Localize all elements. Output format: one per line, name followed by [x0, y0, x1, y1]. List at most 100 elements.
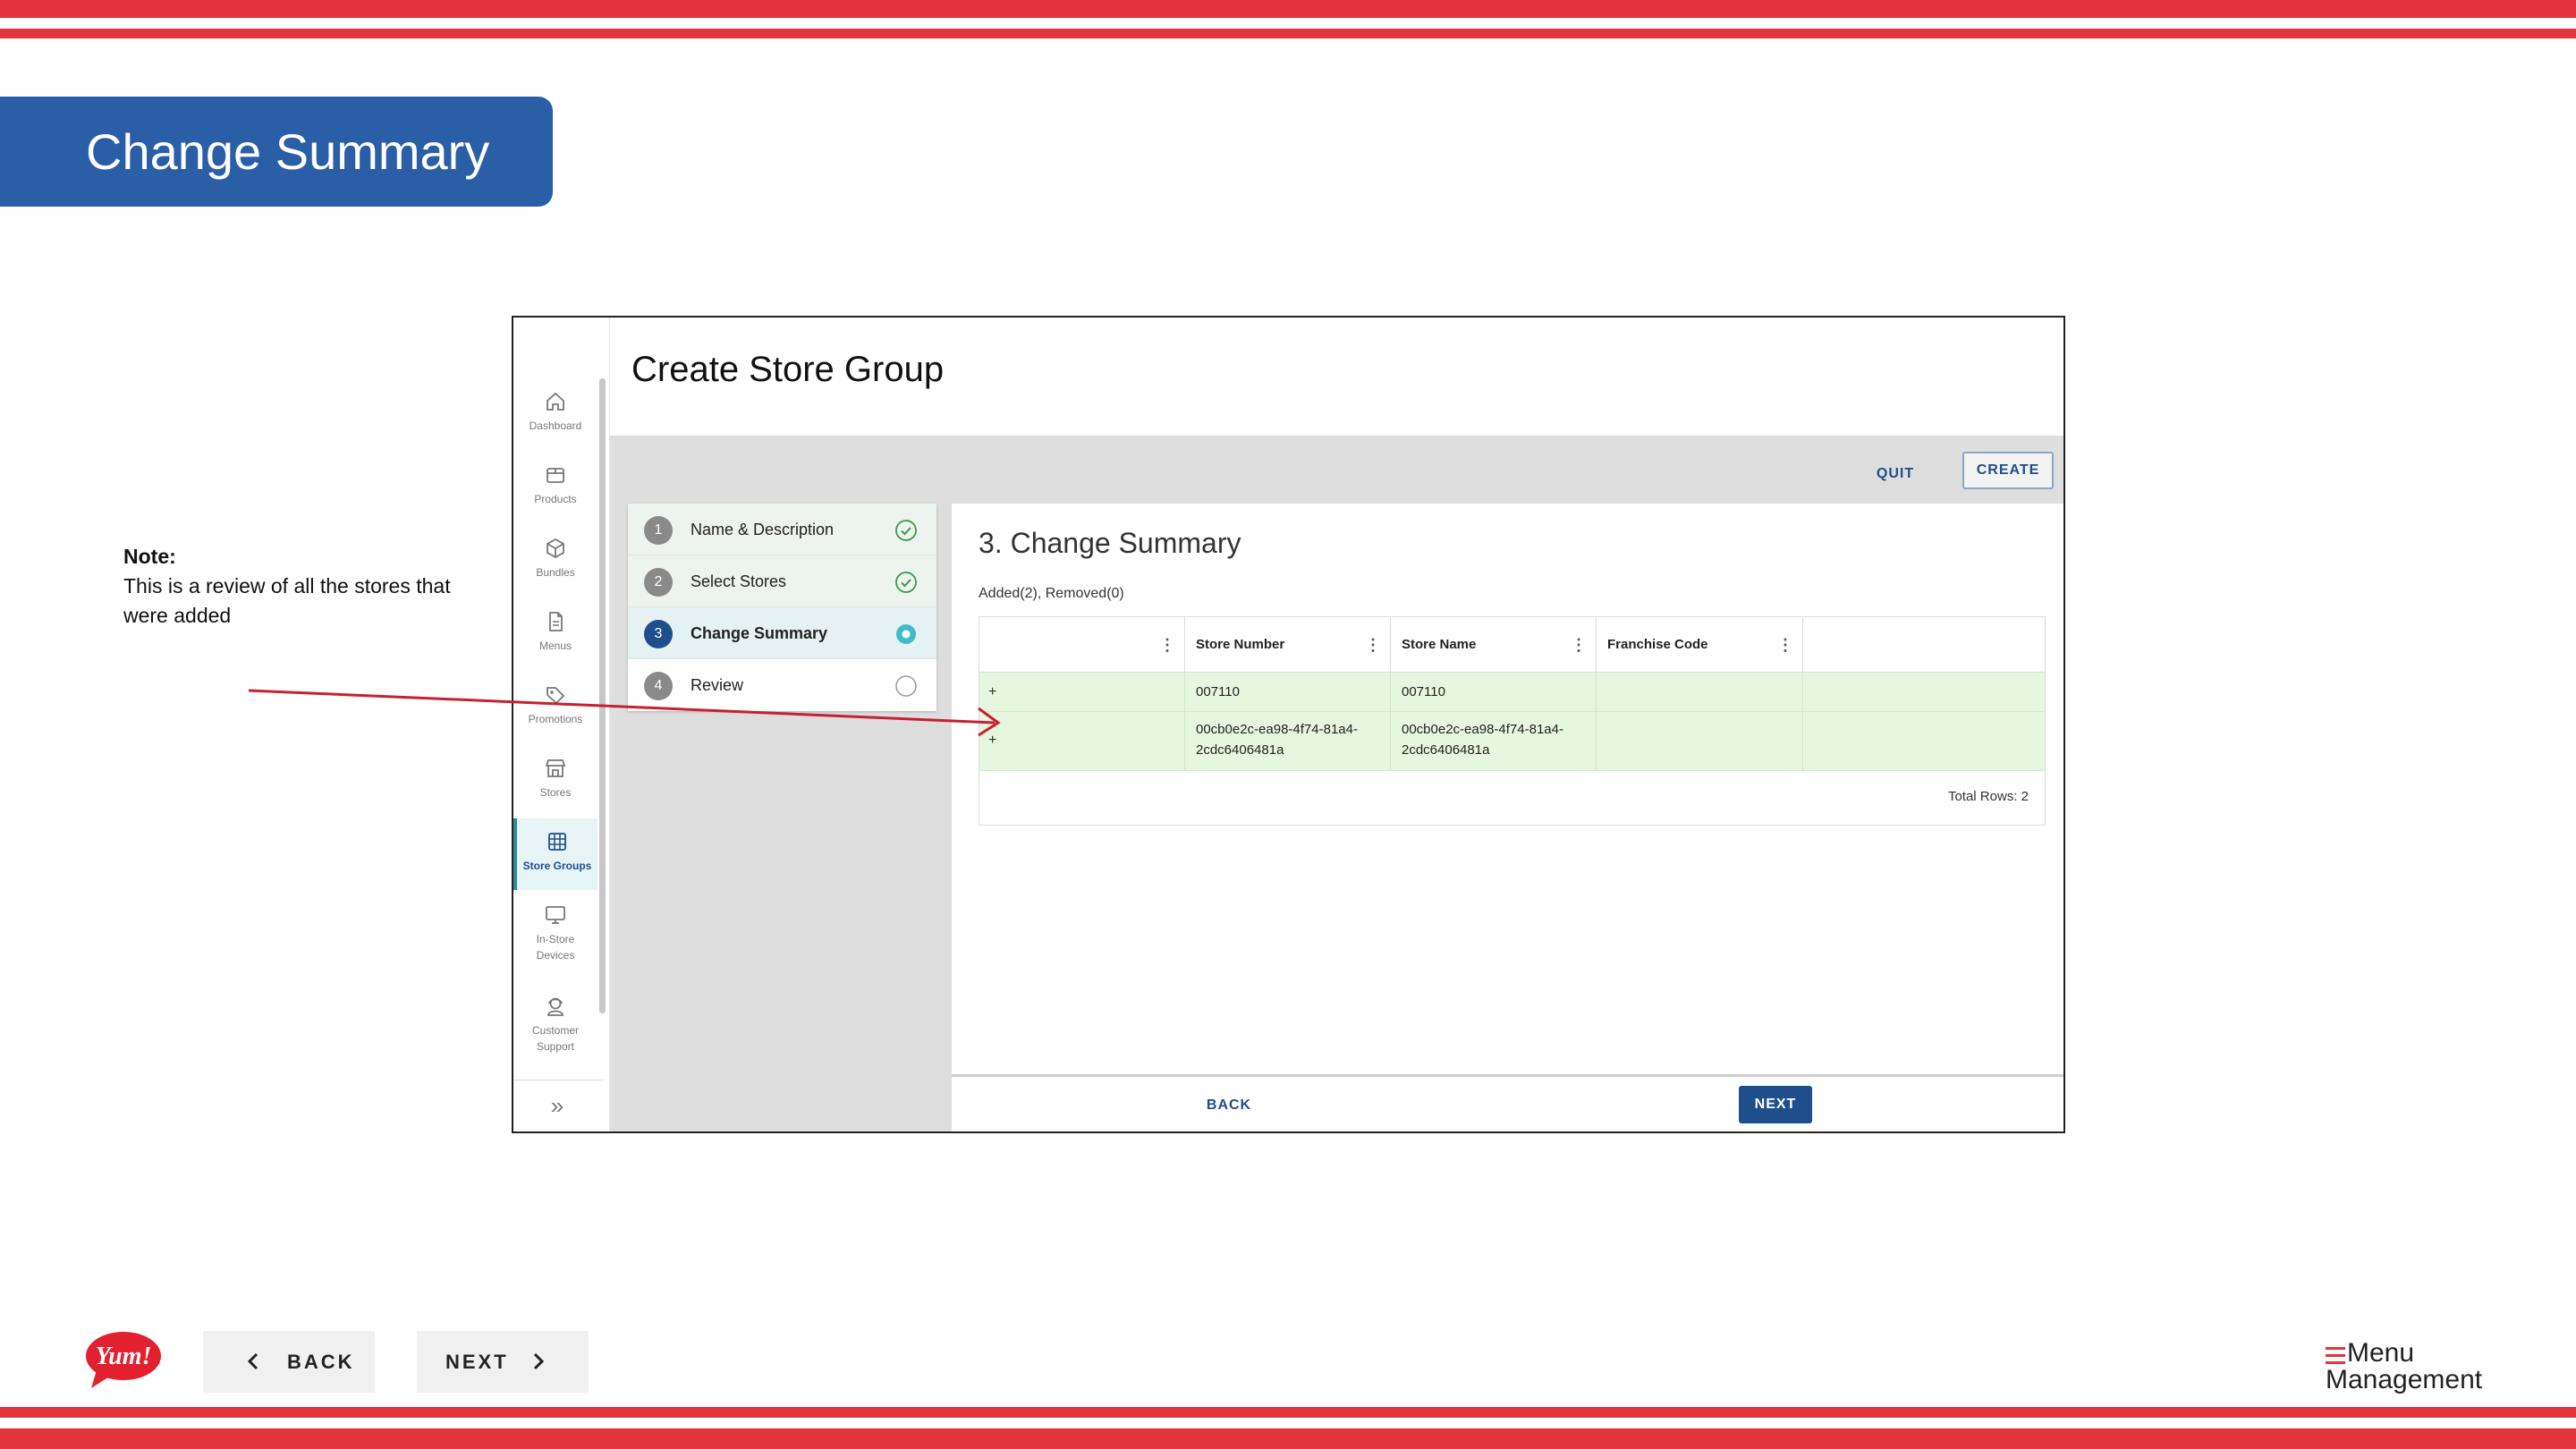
column-label: Store Number — [1196, 637, 1285, 652]
check-circle-icon — [895, 572, 917, 593]
bottom-stripe — [0, 1428, 2576, 1449]
column-menu-icon[interactable]: ⋮ — [1365, 617, 1381, 673]
sidebar-item-label: Dashboard — [529, 419, 582, 432]
total-rows: Total Rows: 2 — [1947, 789, 2029, 804]
slide-back-label: BACK — [287, 1351, 355, 1373]
slide-next-label: NEXT — [445, 1351, 509, 1373]
wizard-stepper: 1 Name & Description 2 Select Stores 3 C… — [628, 504, 936, 711]
cell-franchise-code — [1597, 712, 1803, 770]
column-menu-icon[interactable]: ⋮ — [1777, 617, 1793, 673]
tag-icon — [547, 687, 565, 705]
cell-store-name: 007110 — [1391, 673, 1597, 711]
sidebar-item-bundles[interactable]: Bundles — [513, 525, 597, 597]
chevron-right-icon — [533, 1352, 545, 1370]
slide-back-button[interactable]: BACK — [203, 1331, 375, 1393]
cell-store-name: 00cb0e2c-ea98-4f74-81a4-2cdc6406481a — [1391, 712, 1597, 770]
sidebar-item-label: Menus — [538, 640, 572, 652]
cell-flag: + — [979, 673, 1185, 711]
sidebar-item-customer-support[interactable]: Customer Support — [513, 983, 597, 1072]
column-menu-icon[interactable]: ⋮ — [1571, 617, 1587, 673]
step-number: 3 — [644, 620, 673, 648]
top-stripe-thin — [0, 29, 2576, 38]
radio-selected-icon — [896, 624, 916, 644]
sidebar-scrollbar[interactable] — [599, 378, 606, 1013]
step-change-summary[interactable]: 3 Change Summary — [628, 607, 936, 659]
sidebar-item-label: Bundles — [536, 566, 575, 579]
sidebar-item-store-groups[interactable]: Store Groups — [513, 818, 597, 890]
added-flag: + — [988, 733, 997, 748]
change-counts: Added(2), Removed(0) — [979, 586, 1124, 601]
back-button[interactable]: BACK — [1193, 1088, 1265, 1123]
sidebar-item-label: Products — [534, 493, 577, 505]
column-header-store-number[interactable]: Store Number ⋮ — [1185, 617, 1391, 673]
column-header-flag[interactable]: ⋮ — [979, 617, 1185, 673]
sidebar-item-menus[interactable]: Menus — [513, 598, 597, 670]
step-label: Name & Description — [691, 521, 835, 538]
sidebar-item-label: In-Store Devices — [536, 933, 575, 962]
step-name-description[interactable]: 1 Name & Description — [628, 504, 936, 555]
document-icon — [549, 612, 563, 631]
table-row[interactable]: + 007110 007110 — [979, 673, 2045, 712]
step-number: 4 — [644, 672, 673, 700]
sidebar-item-products[interactable]: Products — [513, 452, 597, 523]
store-icon — [545, 759, 566, 777]
top-stripe — [0, 0, 2576, 18]
sidebar-item-stores[interactable]: Stores — [513, 745, 597, 817]
sidebar-item-label: Customer Support — [531, 1024, 579, 1053]
column-label: Franchise Code — [1607, 637, 1708, 652]
menu-management-logo: Menu Management — [2326, 1340, 2496, 1395]
cell-flag: + — [979, 712, 1185, 770]
cell-store-number: 00cb0e2c-ea98-4f74-81a4-2cdc6406481a — [1185, 712, 1391, 770]
svg-text:Yum!: Yum! — [96, 1343, 152, 1370]
check-circle-icon — [895, 520, 917, 541]
wizard-footer: BACK NEXT — [952, 1074, 2063, 1131]
sidebar-item-in-store-devices[interactable]: In-Store Devices — [513, 892, 597, 981]
step-number: 2 — [644, 568, 673, 597]
note-text: This is a review of all the stores that … — [123, 574, 451, 627]
column-header-store-name[interactable]: Store Name ⋮ — [1391, 617, 1597, 673]
chevron-left-icon — [247, 1352, 258, 1370]
sidebar-item-promotions[interactable]: Promotions — [513, 672, 597, 743]
radio-empty-icon — [895, 675, 917, 697]
table-row[interactable]: + 00cb0e2c-ea98-4f74-81a4-2cdc6406481a 0… — [979, 712, 2045, 771]
step-select-stores[interactable]: 2 Select Stores — [628, 555, 936, 607]
home-icon — [547, 392, 564, 411]
sidebar-item-label: Promotions — [528, 713, 583, 725]
sidebar: Dashboard Products Bundles Menus Promoti… — [513, 318, 610, 1131]
slide-title: Change Summary — [0, 97, 553, 207]
column-header-franchise-code[interactable]: Franchise Code ⋮ — [1597, 617, 1803, 673]
sidebar-item-dashboard[interactable]: Dashboard — [513, 378, 597, 450]
step-number: 1 — [644, 516, 673, 545]
support-icon — [547, 997, 564, 1016]
cell-store-number: 007110 — [1185, 673, 1391, 711]
grid-icon — [548, 833, 566, 851]
yum-logo: Yum! — [86, 1332, 161, 1388]
create-button[interactable]: CREATE — [1962, 452, 2054, 489]
table-header: ⋮ Store Number ⋮ Store Name ⋮ Franchise … — [979, 617, 2045, 673]
step-label: Change Summary — [691, 624, 828, 642]
bottom-stripe-thin — [0, 1407, 2576, 1418]
expand-icon[interactable]: » — [544, 1092, 571, 1119]
column-label: Store Name — [1402, 637, 1477, 652]
section-title: 3. Change Summary — [979, 527, 1241, 559]
monitor-icon — [546, 906, 565, 924]
step-label: Select Stores — [691, 572, 787, 590]
slide-next-button[interactable]: NEXT — [417, 1331, 589, 1393]
quit-button[interactable]: QUIT — [1864, 456, 1927, 492]
sidebar-item-label: Store Groups — [522, 860, 592, 872]
step-review[interactable]: 4 Review — [628, 659, 936, 711]
change-summary-panel: 3. Change Summary Added(2), Removed(0) ⋮… — [952, 504, 2063, 1074]
cube-icon — [547, 538, 564, 559]
box-icon — [547, 468, 564, 483]
sidebar-item-label: Stores — [539, 786, 572, 799]
step-label: Review — [691, 676, 744, 694]
cell-franchise-code — [1597, 673, 1803, 711]
page-title: Create Store Group — [631, 350, 945, 389]
logo-text-management: Management — [2326, 1365, 2483, 1394]
note-heading: Note: — [123, 545, 176, 568]
next-button[interactable]: NEXT — [1739, 1086, 1812, 1123]
column-menu-icon[interactable]: ⋮ — [1159, 617, 1175, 673]
changes-table: ⋮ Store Number ⋮ Store Name ⋮ Franchise … — [979, 616, 2046, 826]
logo-text-menu: Menu — [2347, 1338, 2415, 1368]
added-flag: + — [988, 684, 997, 699]
